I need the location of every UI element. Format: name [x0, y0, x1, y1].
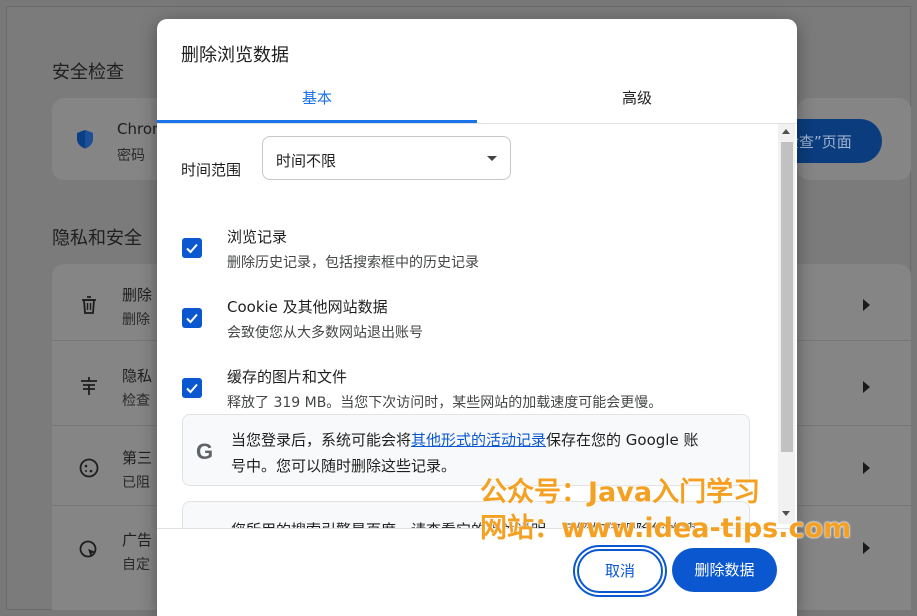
safety-check-card	[52, 98, 167, 180]
cached-images-title: 缓存的图片和文件	[227, 368, 348, 386]
time-range-select[interactable]: 时间不限	[262, 136, 511, 180]
arrow-right-icon	[863, 542, 870, 554]
ad-privacy-icon	[79, 540, 97, 558]
cached-images-desc: 释放了 319 MB。当您下次访问时，某些网站的加载速度可能会更慢。	[227, 395, 663, 411]
privacy-section-title: 隐私和安全	[52, 228, 142, 249]
browsing-history-title: 浏览记录	[227, 228, 288, 246]
dropdown-caret-icon	[487, 156, 497, 161]
arrow-right-icon	[863, 299, 870, 311]
privacy-item-title: 删除	[122, 286, 153, 304]
privacy-guide-icon	[81, 377, 97, 395]
trash-icon	[82, 296, 96, 314]
privacy-item-title: 隐私	[122, 367, 153, 385]
cancel-button[interactable]: 取消	[577, 549, 663, 593]
arrow-right-icon	[863, 381, 870, 393]
checkmark-icon	[186, 313, 198, 324]
checkmark-icon	[186, 243, 198, 254]
shield-icon	[77, 130, 93, 149]
browsing-history-desc: 删除历史记录，包括搜索框中的历史记录	[227, 255, 479, 271]
safety-check-item-sub: 密码	[117, 148, 145, 164]
google-info-line2: 号中。您可以随时删除这些记录。	[231, 457, 457, 475]
privacy-item-title: 第三	[122, 449, 153, 467]
cached-images-checkbox[interactable]	[182, 378, 202, 398]
cookies-checkbox[interactable]	[182, 308, 202, 328]
time-range-value: 时间不限	[276, 152, 337, 170]
safety-check-title: 安全检查	[52, 62, 124, 83]
dialog-content: 时间范围 时间不限 浏览记录 删除历史记录，包括搜索框中的历史记录 Cookie…	[157, 124, 797, 529]
privacy-item-sub: 删除	[122, 312, 150, 328]
scroll-up-arrow-icon[interactable]	[782, 129, 790, 134]
watermark-line2: 网站：www.idea-tips.com	[480, 513, 852, 544]
google-info-suffix: 保存在您的 Google 账	[546, 431, 699, 449]
tab-advanced[interactable]: 高级	[477, 87, 797, 123]
privacy-item-title: 广告	[122, 531, 153, 549]
safety-check-item-title: Chron	[117, 120, 162, 138]
scroll-thumb[interactable]	[781, 142, 793, 452]
tab-basic[interactable]: 基本	[157, 87, 477, 123]
privacy-item-sub: 检查	[122, 393, 150, 409]
google-icon: G	[196, 439, 214, 464]
privacy-item-sub: 自定	[122, 557, 150, 573]
cookies-title: Cookie 及其他网站数据	[227, 298, 388, 316]
google-info-prefix: 当您登录后，系统可能会将	[231, 431, 412, 449]
checkmark-icon	[186, 383, 198, 394]
dialog-scrollbar[interactable]	[778, 124, 795, 524]
watermark-line1: 公众号：Java入门学习	[480, 477, 761, 508]
other-activity-link[interactable]: 其他形式的活动记录	[411, 431, 546, 449]
cookie-icon	[79, 458, 99, 478]
arrow-right-icon	[863, 462, 870, 474]
privacy-item-sub: 已阻	[122, 475, 150, 491]
google-info-line1: 当您登录后，系统可能会将其他形式的活动记录保存在您的 Google 账	[231, 429, 698, 450]
browsing-history-checkbox[interactable]	[182, 238, 202, 258]
delete-data-button[interactable]: 删除数据	[672, 548, 777, 592]
cookies-desc: 会致使您从大多数网站退出账号	[227, 325, 423, 341]
dialog-title: 删除浏览数据	[181, 45, 289, 66]
time-range-label: 时间范围	[181, 161, 242, 179]
